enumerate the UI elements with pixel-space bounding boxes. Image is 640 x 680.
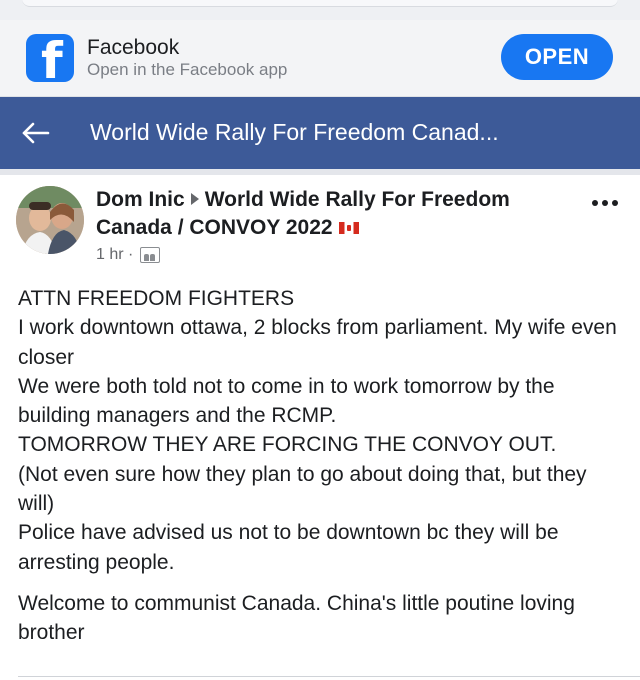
author-name[interactable]: Dom Inic [96,188,185,211]
post-closing-line: Welcome to communist Canada. China's lit… [18,591,575,645]
group-title[interactable]: World Wide Rally For Freedom Canad... [90,119,499,146]
post-meta: 1 hr · [96,246,160,264]
post-line: I work downtown ottawa, 2 blocks from pa… [18,316,617,369]
post-line: ATTN FREEDOM FIGHTERS [18,287,295,310]
browser-top-strip [0,0,640,20]
canada-flag-icon [338,222,359,235]
open-in-app-banner: f Facebook Open in the Facebook app OPEN [0,20,640,97]
shared-to-arrow-icon [190,193,199,206]
meta-separator: · [128,246,134,263]
address-bar-edge [22,0,618,7]
facebook-logo-glyph: f [41,34,63,82]
group-header-bar: World Wide Rally For Freedom Canad... [0,97,640,169]
post-author-line: Dom Inic World Wide Rally For Freedom Can… [96,186,576,242]
post-timestamp[interactable]: 1 hr [96,246,124,263]
post-line: We were both told not to come in to work… [18,374,555,428]
facebook-logo-icon: f [26,34,74,82]
author-avatar[interactable] [16,186,84,254]
more-options-icon[interactable] [590,196,620,210]
post-line: Police have advised us not to be downtow… [18,521,559,574]
back-arrow-icon[interactable] [20,113,52,153]
avatar-photo [16,186,84,254]
post-body: ATTN FREEDOM FIGHTERS I work downtown ot… [18,284,624,648]
app-banner-subtitle: Open in the Facebook app [87,60,288,79]
post-line: (Not even sure how they plan to go about… [18,462,587,516]
post-line: TOMORROW THEY ARE FORCING THE CONVOY OUT… [18,433,557,457]
app-name: Facebook [87,36,180,59]
section-divider [0,169,640,175]
post-bottom-divider [18,676,640,677]
open-app-button[interactable]: OPEN [501,34,613,80]
group-audience-icon [139,246,160,263]
